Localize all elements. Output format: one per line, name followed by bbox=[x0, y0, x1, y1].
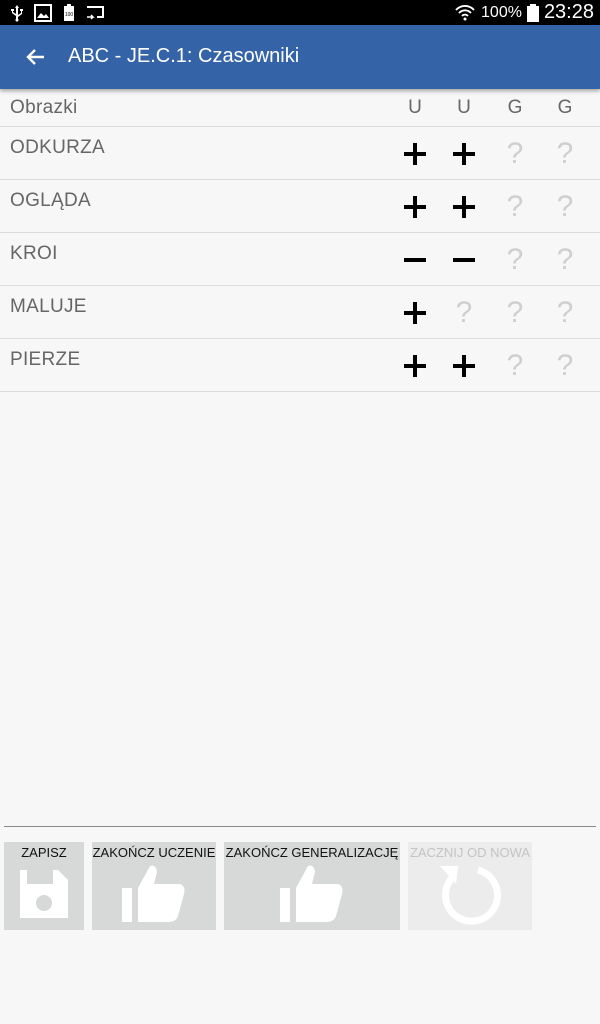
plus-mark[interactable] bbox=[397, 298, 433, 328]
row-label: OGLĄDA bbox=[10, 190, 91, 211]
table-row: KROI?? bbox=[0, 233, 600, 286]
plus-mark[interactable] bbox=[397, 139, 433, 169]
column-header: U bbox=[457, 97, 471, 118]
usb-icon bbox=[11, 5, 23, 22]
divider bbox=[4, 826, 596, 827]
plus-mark[interactable] bbox=[446, 192, 482, 222]
wifi-icon bbox=[455, 4, 475, 20]
header-label: Obrazki bbox=[10, 97, 78, 118]
plus-mark[interactable] bbox=[397, 192, 433, 222]
plus-mark[interactable] bbox=[446, 139, 482, 169]
minus-mark[interactable] bbox=[397, 245, 433, 275]
image-icon bbox=[34, 4, 52, 22]
unknown-mark[interactable]: ? bbox=[497, 245, 533, 275]
unknown-mark[interactable]: ? bbox=[547, 245, 583, 275]
minus-mark[interactable] bbox=[446, 245, 482, 275]
restart-label: ZACZNIJ OD NOWA bbox=[409, 845, 531, 860]
column-header: U bbox=[408, 97, 422, 118]
refresh-icon bbox=[440, 866, 502, 925]
thumbs-up-icon bbox=[122, 865, 185, 922]
clock: 23:28 bbox=[543, 1, 594, 23]
unknown-mark[interactable]: ? bbox=[497, 192, 533, 222]
unknown-mark[interactable]: ? bbox=[547, 298, 583, 328]
finish-generalization-button[interactable]: ZAKOŃCZ GENERALIZACJĘ bbox=[224, 842, 400, 930]
unknown-mark[interactable]: ? bbox=[497, 139, 533, 169]
arrow-back-icon bbox=[26, 49, 44, 65]
table-row: OGLĄDA?? bbox=[0, 180, 600, 233]
restart-button[interactable]: ZACZNIJ OD NOWA bbox=[408, 842, 532, 930]
back-button[interactable] bbox=[18, 41, 54, 73]
table-header: Obrazki U U G G bbox=[0, 91, 600, 127]
battery-icon bbox=[526, 3, 539, 22]
status-bar-left-icons: 100 bbox=[8, 3, 104, 23]
row-label: ODKURZA bbox=[10, 137, 105, 158]
column-header: G bbox=[507, 97, 523, 118]
status-bar: 100 100% 23:28 bbox=[0, 0, 600, 25]
finish-generalization-label: ZAKOŃCZ GENERALIZACJĘ bbox=[225, 845, 399, 860]
plus-mark[interactable] bbox=[446, 351, 482, 381]
unknown-mark[interactable]: ? bbox=[547, 192, 583, 222]
row-label: PIERZE bbox=[10, 349, 81, 370]
column-header: G bbox=[557, 97, 573, 118]
svg-text:100: 100 bbox=[65, 12, 74, 18]
finish-learning-label: ZAKOŃCZ UCZENIE bbox=[92, 845, 216, 860]
table-row: PIERZE?? bbox=[0, 339, 600, 392]
unknown-mark[interactable]: ? bbox=[497, 351, 533, 381]
save-button-label: ZAPISZ bbox=[21, 845, 67, 860]
unknown-mark[interactable]: ? bbox=[446, 298, 482, 328]
table-row: ODKURZA?? bbox=[0, 127, 600, 180]
unknown-mark[interactable]: ? bbox=[497, 298, 533, 328]
save-button[interactable]: ZAPISZ bbox=[4, 842, 84, 930]
unknown-mark[interactable]: ? bbox=[547, 351, 583, 381]
results-table: Obrazki U U G G ODKURZA?? OGLĄDA?? KROI?? M… bbox=[0, 91, 600, 392]
status-bar-right: 100% 23:28 bbox=[454, 0, 594, 25]
battery-saver-icon: 100 bbox=[64, 4, 74, 21]
plus-mark[interactable] bbox=[397, 351, 433, 381]
finish-learning-button[interactable]: ZAKOŃCZ UCZENIE bbox=[92, 842, 216, 930]
thumbs-up-icon bbox=[280, 865, 343, 922]
unknown-mark[interactable]: ? bbox=[547, 139, 583, 169]
app-bar: ABC - JE.C.1: Czasowniki bbox=[0, 25, 600, 89]
cast-icon bbox=[87, 6, 104, 20]
battery-percentage: 100% bbox=[481, 3, 522, 21]
row-label: MALUJE bbox=[10, 296, 87, 317]
page-title: ABC - JE.C.1: Czasowniki bbox=[68, 45, 300, 67]
table-row: MALUJE??? bbox=[0, 286, 600, 339]
floppy-disk-icon bbox=[20, 870, 68, 918]
row-label: KROI bbox=[10, 243, 58, 264]
